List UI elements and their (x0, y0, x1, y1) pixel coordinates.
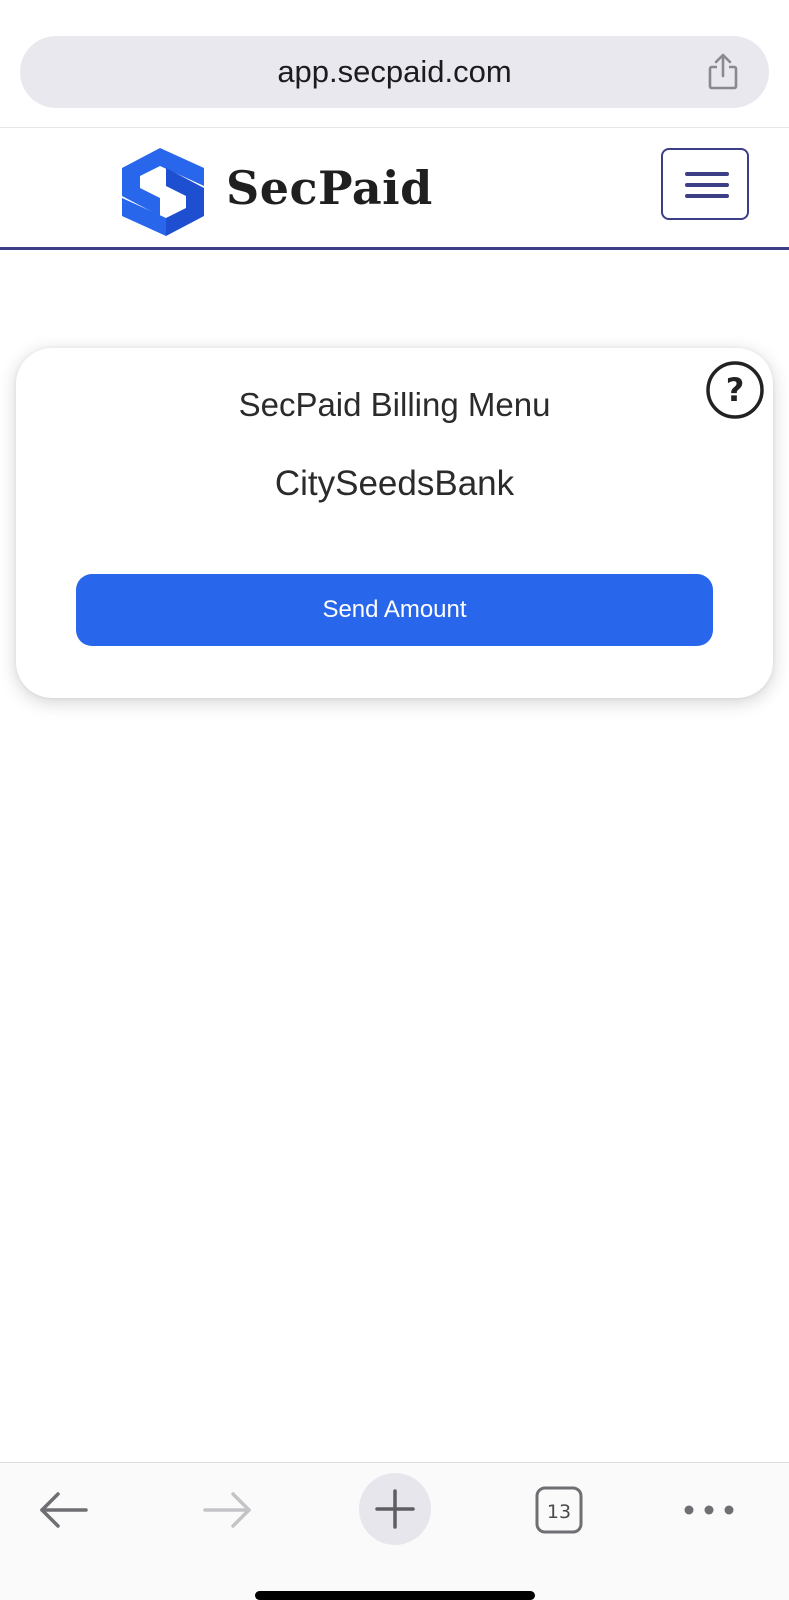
brand-name[interactable]: SecPaid (226, 158, 433, 218)
forward-arrow-icon[interactable] (191, 1473, 265, 1547)
menu-icon (685, 172, 729, 176)
address-bar[interactable]: app.secpaid.com (20, 36, 769, 108)
send-amount-button[interactable]: Send Amount (76, 574, 713, 646)
browser-address-area: app.secpaid.com (0, 0, 789, 128)
secpaid-logo-icon[interactable] (120, 146, 206, 238)
url-text[interactable]: app.secpaid.com (20, 36, 769, 108)
menu-toggle-button[interactable] (661, 148, 749, 220)
share-icon[interactable] (703, 52, 743, 92)
card-title: SecPaid Billing Menu (238, 386, 551, 423)
merchant-name: CitySeedsBank (274, 464, 515, 503)
new-tab-button[interactable] (359, 1473, 431, 1545)
browser-toolbar: 13 (0, 1462, 789, 1600)
plus-icon (375, 1489, 415, 1529)
tabs-count: 13 (547, 1501, 571, 1523)
back-arrow-icon[interactable] (26, 1473, 100, 1547)
menu-icon-line (685, 194, 729, 198)
tabs-icon[interactable]: 13 (521, 1473, 595, 1547)
site-navbar: SecPaid (0, 128, 789, 250)
menu-icon-line (685, 183, 729, 187)
page: app.secpaid.com SecPaid ? SecPaid Billin… (0, 0, 789, 1600)
home-indicator (255, 1591, 535, 1600)
billing-card: ? SecPaid Billing Menu CitySeedsBank Sen… (16, 348, 773, 698)
more-icon[interactable] (673, 1473, 747, 1547)
